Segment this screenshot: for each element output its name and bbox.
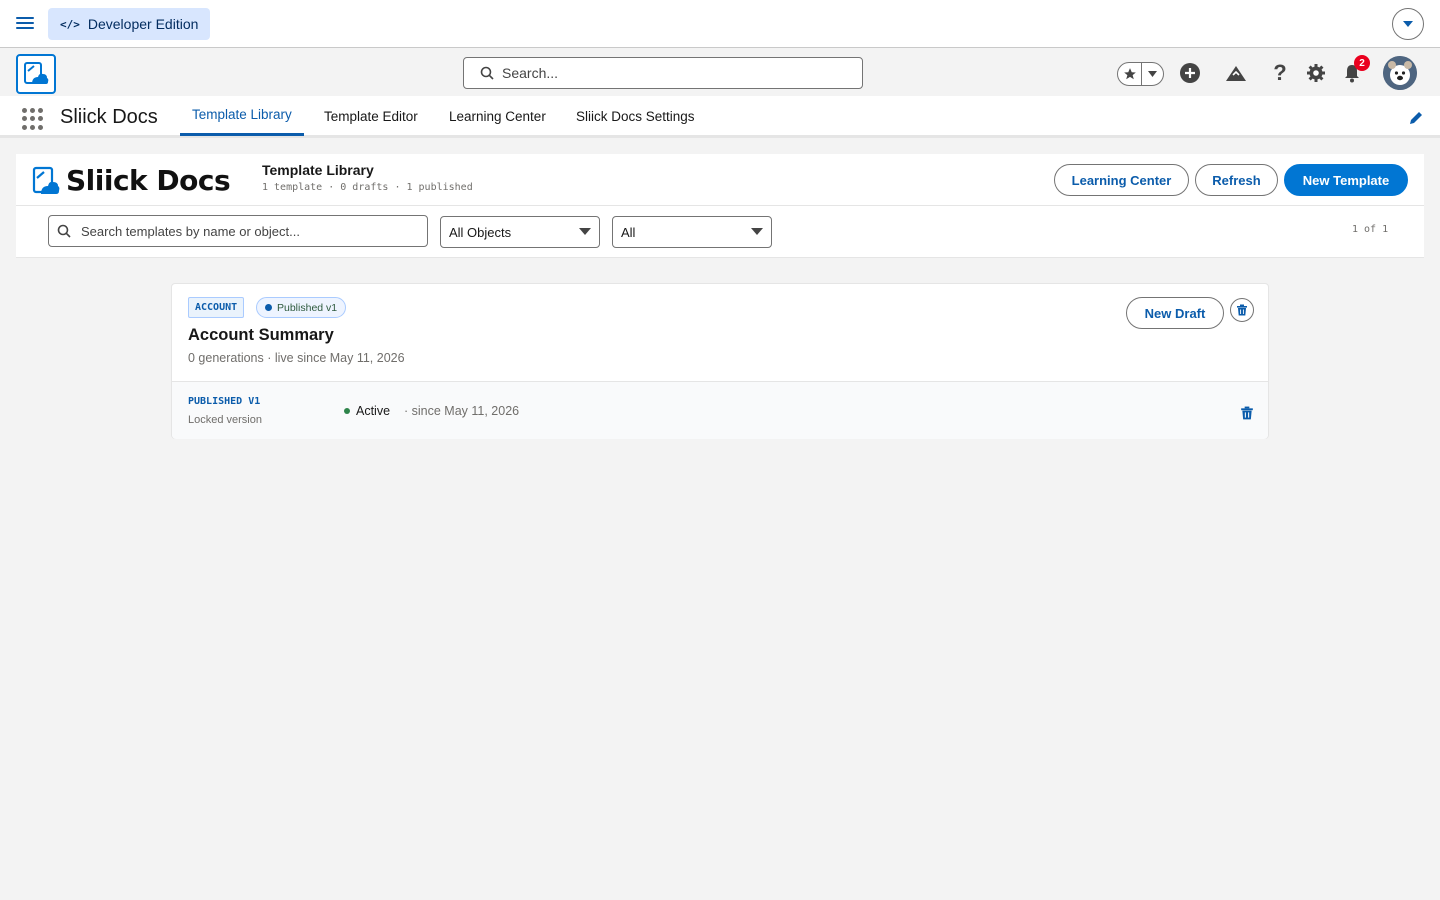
template-meta: 0 generations · live since May 11, 2026	[188, 351, 405, 365]
sliick-docs-brand: Sliick Docs	[32, 164, 231, 197]
app-launcher-icon[interactable]	[22, 108, 44, 130]
version-row: PUBLISHED V1 Locked version Active · sin…	[172, 381, 1268, 439]
app-nav-bar: Sliick Docs Template Library Template Ed…	[0, 96, 1440, 138]
trailhead-icon	[1226, 66, 1246, 81]
status-badge: Published v1	[256, 297, 347, 318]
page-summary: 1 template · 0 drafts · 1 published	[262, 182, 473, 193]
search-icon	[57, 224, 71, 238]
user-avatar[interactable]	[1383, 56, 1417, 90]
version-since: · since May 11, 2026	[404, 404, 520, 418]
gear-icon	[1307, 64, 1325, 82]
filter-bar: Search templates by name or object... Al…	[16, 206, 1424, 258]
plus-circle-icon	[1180, 63, 1200, 83]
global-create-button[interactable]	[1178, 61, 1202, 85]
notifications-button[interactable]: 2	[1340, 55, 1370, 85]
delete-template-button[interactable]	[1230, 298, 1254, 322]
sliick-logo-icon	[24, 62, 49, 84]
new-draft-button[interactable]: New Draft	[1126, 297, 1224, 329]
version-state-label: Active	[356, 404, 391, 418]
menu-icon[interactable]	[16, 14, 34, 34]
sliick-docs-logo-icon	[32, 166, 60, 194]
library-header: Sliick Docs Template Library 1 template …	[16, 154, 1424, 206]
astro-avatar-icon	[1383, 56, 1417, 90]
learning-center-button[interactable]: Learning Center	[1054, 164, 1189, 196]
status-label: Published v1	[277, 301, 338, 314]
help-button[interactable]: ?	[1268, 60, 1292, 85]
template-card[interactable]: ACCOUNT Published v1 Account Summary 0 g…	[171, 283, 1269, 439]
favorites-group	[1117, 62, 1164, 86]
developer-edition-badge[interactable]: </> Developer Edition	[48, 8, 211, 40]
edit-nav-pencil-icon[interactable]	[1408, 110, 1424, 126]
object-filter-select[interactable]: All Objects	[440, 216, 600, 248]
template-search-input[interactable]: Search templates by name or object...	[48, 215, 428, 247]
new-template-button[interactable]: New Template	[1284, 164, 1408, 196]
pagination-indicator: 1 of 1	[1352, 224, 1389, 235]
brand-wordmark: Sliick Docs	[66, 164, 231, 197]
star-icon	[1123, 68, 1136, 80]
header-actions	[1117, 58, 1164, 90]
favorites-button[interactable]	[1118, 63, 1142, 85]
tab-template-editor[interactable]: Template Editor	[312, 96, 430, 136]
status-filter-select[interactable]: All	[612, 216, 772, 248]
refresh-button[interactable]: Refresh	[1195, 164, 1278, 196]
chevron-down-icon	[1148, 71, 1157, 77]
chevron-down-icon	[1403, 21, 1413, 27]
code-icon: </>	[60, 17, 80, 31]
global-search-placeholder: Search...	[502, 65, 559, 81]
favorites-menu-button[interactable]	[1142, 71, 1163, 77]
search-icon	[480, 66, 494, 80]
status-filter-value: All	[621, 224, 636, 240]
developer-edition-label: Developer Edition	[87, 16, 199, 32]
active-dot-icon	[344, 408, 350, 414]
template-search-placeholder: Search templates by name or object...	[81, 223, 300, 239]
global-search-input[interactable]: Search...	[463, 57, 863, 89]
tab-learning-center[interactable]: Learning Center	[437, 96, 558, 136]
object-filter-value: All Objects	[449, 224, 512, 240]
tab-template-library[interactable]: Template Library	[180, 96, 304, 136]
trash-icon	[1237, 304, 1247, 316]
tab-sliick-docs-settings[interactable]: Sliick Docs Settings	[564, 96, 707, 136]
delete-version-trash-icon[interactable]	[1240, 406, 1254, 420]
caret-down-icon	[579, 228, 591, 235]
template-name[interactable]: Account Summary	[188, 326, 334, 345]
page-title: Template Library	[262, 162, 374, 178]
version-sub: Locked version	[188, 414, 262, 426]
app-name: Sliick Docs	[60, 106, 158, 128]
app-logo[interactable]	[16, 54, 56, 94]
object-badge: ACCOUNT	[188, 297, 245, 318]
trailhead-button[interactable]	[1224, 61, 1248, 85]
setup-button[interactable]	[1304, 61, 1328, 85]
template-library-panel: Sliick Docs Template Library 1 template …	[16, 154, 1424, 900]
notification-count-badge: 2	[1354, 55, 1370, 71]
help-icon: ?	[1273, 60, 1287, 85]
caret-down-icon	[751, 228, 763, 235]
org-dropdown-button[interactable]	[1392, 8, 1424, 40]
version-label: PUBLISHED V1	[188, 396, 261, 407]
version-state: Active	[344, 404, 390, 418]
top-bar: </> Developer Edition	[0, 0, 1440, 48]
status-dot-icon	[265, 304, 272, 311]
